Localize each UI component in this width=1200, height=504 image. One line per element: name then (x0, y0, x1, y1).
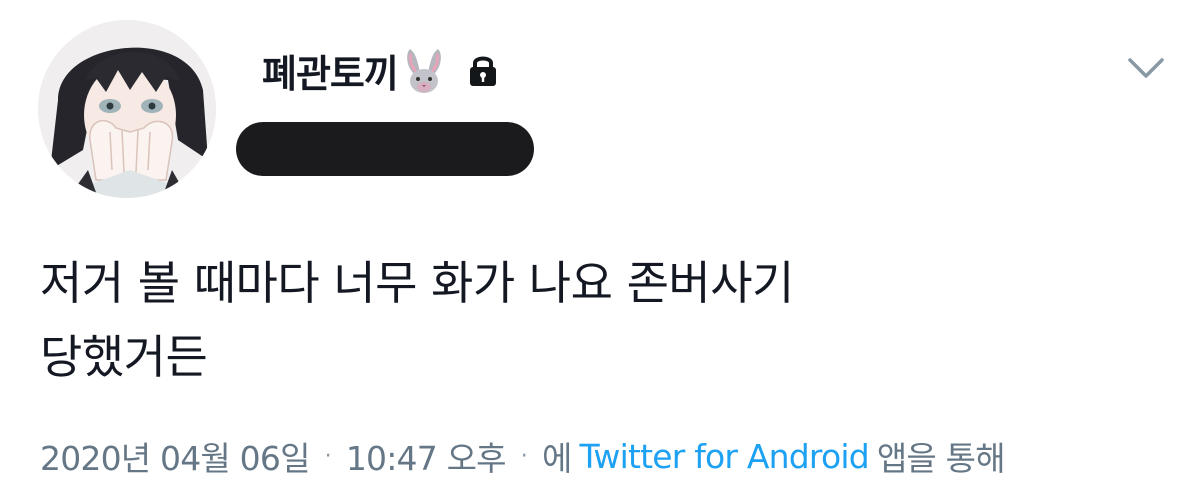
meta-separator: · (520, 443, 528, 469)
chevron-down-icon (1128, 58, 1164, 78)
avatar-image (38, 20, 216, 198)
via-suffix: 앱을 통해 (876, 439, 1006, 478)
user-name-row: 폐관토끼 (262, 40, 500, 100)
tweet-date[interactable]: 2020년 04월 06일 (40, 432, 310, 480)
display-name[interactable]: 폐관토끼 (262, 43, 399, 98)
meta-separator: · (324, 443, 332, 469)
tweet-text: 저거 볼 때마다 너무 화가 나요 존버사기 당했거든 (40, 246, 1160, 394)
source-link[interactable]: Twitter for Android (580, 437, 870, 476)
tweet-time[interactable]: 10:47 오후 (346, 432, 507, 480)
lock-icon (466, 52, 500, 88)
via-prefix: 에 (541, 439, 572, 478)
tweet-menu-button[interactable] (1122, 48, 1170, 88)
handle-redacted (236, 122, 534, 176)
rabbit-face-icon (400, 45, 448, 95)
tweet-text-line: 저거 볼 때마다 너무 화가 나요 존버사기 (40, 256, 794, 310)
avatar[interactable] (38, 20, 216, 198)
tweet-card: 폐관토끼 저거 볼 때마다 너무 화가 나요 존버사기 당했거든 2020년 0… (0, 0, 1200, 504)
tweet-text-line: 당했거든 (40, 330, 208, 384)
tweet-meta: 2020년 04월 06일 · 10:47 오후 · 에 Twitter for… (40, 428, 1006, 484)
